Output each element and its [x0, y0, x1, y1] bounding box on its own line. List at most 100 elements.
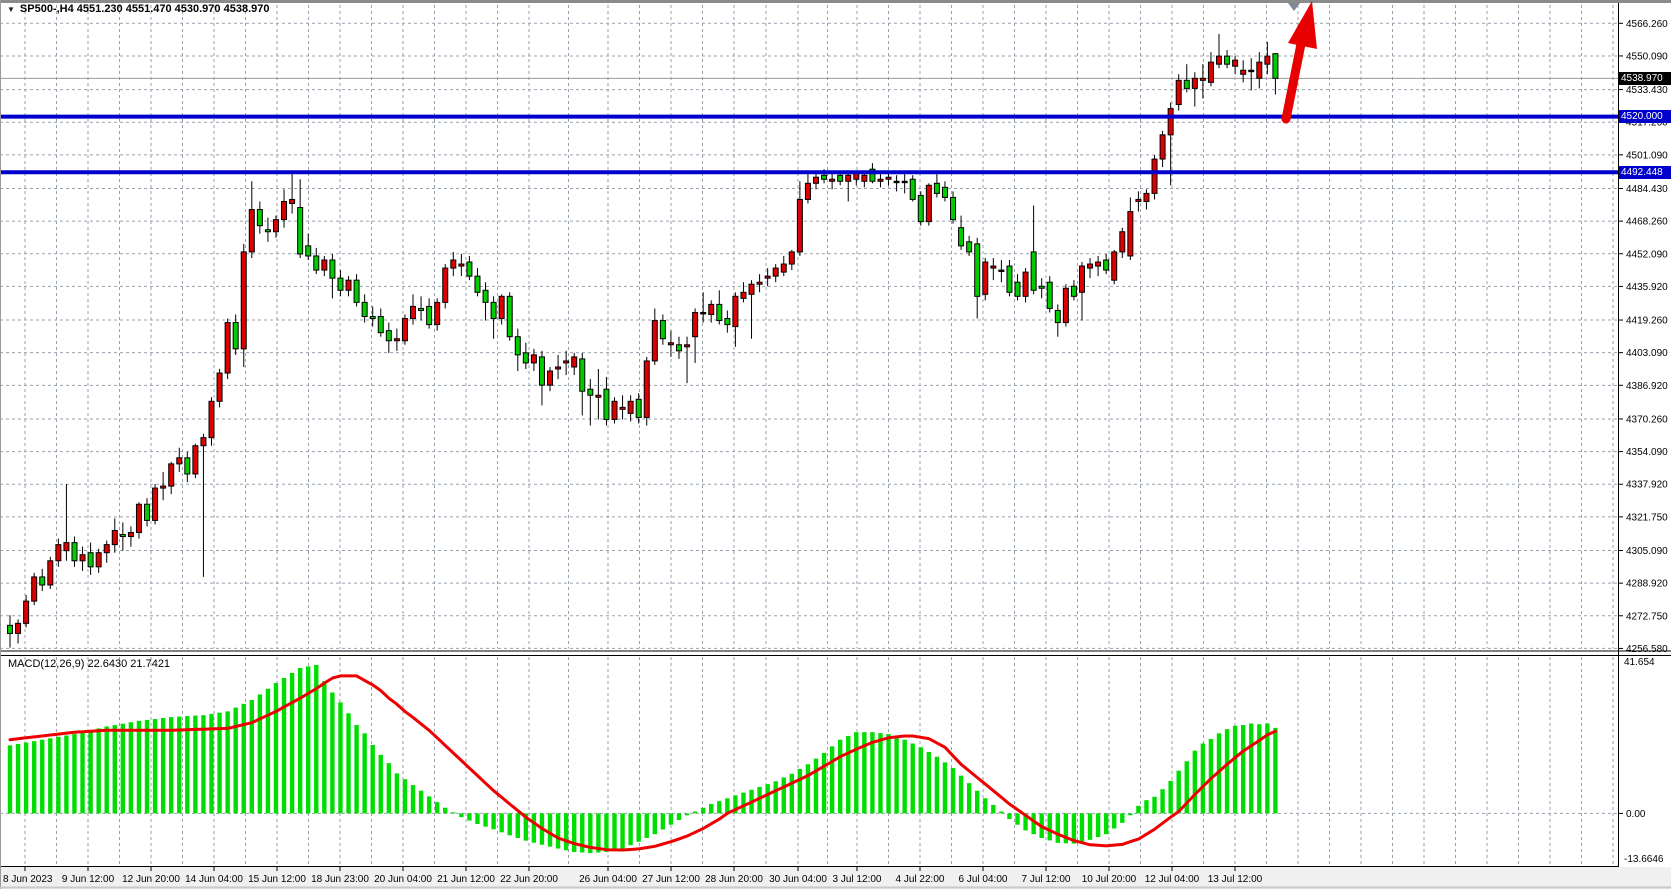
candle-body: [564, 361, 569, 363]
quote-line: SP500-,H4 4551.230 4551.470 4530.970 453…: [20, 3, 270, 15]
candle-body: [40, 577, 45, 585]
macd-histogram-bar: [1193, 751, 1197, 814]
macd-histogram-bar: [1015, 813, 1019, 824]
price-axis-label: 4533.430: [1626, 85, 1668, 96]
candle-body: [1120, 232, 1125, 252]
macd-histogram-bar: [491, 813, 495, 829]
macd-histogram-bar: [121, 724, 125, 814]
time-axis-label: 21 Jun 12:00: [437, 874, 495, 885]
candle-body: [967, 242, 972, 252]
macd-histogram-bar: [411, 785, 415, 813]
candle-body: [1063, 288, 1068, 322]
macd-histogram-bar: [927, 752, 931, 813]
macd-histogram-bar: [467, 813, 471, 820]
candle-body: [725, 319, 730, 325]
macd-histogram-bar: [419, 791, 423, 814]
candle-body: [1079, 266, 1084, 292]
macd-histogram-bar: [628, 813, 632, 845]
macd-histogram-bar: [362, 733, 366, 813]
macd-histogram-bar: [24, 743, 28, 814]
candle-body: [1160, 135, 1165, 159]
time-axis-label: 20 Jun 04:00: [374, 874, 432, 885]
macd-histogram-bar: [709, 804, 713, 813]
macd-histogram-bar: [919, 747, 923, 813]
candle-body: [846, 175, 851, 181]
price-axis-label: 4468.260: [1626, 217, 1668, 228]
candle-body: [290, 199, 295, 203]
candle-body: [249, 210, 254, 252]
candle-body: [419, 308, 424, 310]
macd-histogram-bar: [911, 744, 915, 814]
macd-histogram-bar: [636, 813, 640, 841]
macd-histogram-bar: [645, 813, 649, 838]
macd-histogram-bar: [451, 812, 455, 813]
macd-histogram-bar: [105, 727, 109, 814]
chart-canvas[interactable]: 4566.2604550.0904533.4304517.2604501.090…: [0, 0, 1671, 889]
candle-body: [128, 533, 133, 537]
candle-body: [1071, 286, 1076, 296]
macd-histogram-bar: [612, 813, 616, 850]
price-axis-label: 4321.750: [1626, 512, 1668, 523]
candle-body: [830, 179, 835, 181]
time-axis-label: 26 Jun 04:00: [579, 874, 637, 885]
time-axis-label: 12 Jun 20:00: [122, 874, 180, 885]
candle-body: [1217, 56, 1222, 64]
macd-histogram-bar: [1177, 771, 1181, 814]
candle-body: [814, 177, 819, 183]
candle-body: [314, 256, 319, 270]
candle-body: [257, 210, 262, 226]
candle-body: [48, 561, 53, 585]
candle-body: [983, 262, 988, 294]
candle-body: [1168, 109, 1173, 135]
macd-histogram-bar: [403, 779, 407, 813]
candle-body: [822, 175, 827, 179]
candle-body: [620, 407, 625, 409]
macd-histogram-bar: [959, 776, 963, 814]
time-axis-label: 6 Jul 04:00: [959, 874, 1008, 885]
candle-body: [539, 357, 544, 385]
candle-body: [8, 625, 13, 633]
hline-price-tag-4520[interactable]: 4520.000: [1619, 110, 1671, 123]
time-axis-label: 4 Jul 22:00: [896, 874, 945, 885]
macd-histogram-bar: [483, 813, 487, 826]
macd-histogram-bar: [951, 768, 955, 813]
macd-histogram-bar: [322, 681, 326, 813]
time-axis-label: 8 Jun 2023: [3, 874, 53, 885]
candle-body: [362, 302, 367, 316]
macd-histogram-bar: [620, 813, 624, 848]
macd-histogram-bar: [282, 678, 286, 813]
macd-histogram-bar: [854, 732, 858, 813]
time-axis-label: 14 Jun 04:00: [185, 874, 243, 885]
price-axis-label: 4419.260: [1626, 316, 1668, 327]
time-axis-label: 13 Jul 12:00: [1208, 874, 1263, 885]
candle-body: [894, 181, 899, 182]
candle-body: [1031, 252, 1036, 290]
candle-body: [233, 323, 238, 349]
candle-body: [757, 282, 762, 284]
time-axis-label: 3 Jul 12:00: [833, 874, 882, 885]
candle-body: [644, 361, 649, 418]
candle-body: [112, 530, 117, 544]
macd-histogram-bar: [72, 734, 76, 813]
candle-body: [886, 177, 891, 179]
macd-histogram-bar: [427, 796, 431, 813]
macd-histogram-bar: [878, 733, 882, 813]
macd-histogram-bar: [379, 755, 383, 814]
candle-body: [838, 175, 843, 181]
macd-histogram-bar: [1249, 723, 1253, 813]
candle-body: [531, 355, 536, 363]
macd-histogram-bar: [145, 720, 149, 814]
macd-histogram-bar: [96, 728, 100, 813]
macd-histogram-bar: [48, 738, 52, 813]
hline-price-tag-4492[interactable]: 4492.448: [1619, 166, 1671, 179]
candle-body: [572, 357, 577, 367]
symbol-dropdown-icon[interactable]: ▼: [7, 5, 15, 14]
macd-histogram-bar: [983, 798, 987, 813]
candle-body: [120, 535, 125, 537]
macd-histogram-bar: [1168, 781, 1172, 813]
candle-body: [773, 268, 778, 276]
candle-body: [282, 201, 287, 219]
candle-body: [1007, 266, 1012, 292]
macd-histogram-bar: [40, 740, 44, 814]
macd-histogram-bar: [975, 791, 979, 814]
